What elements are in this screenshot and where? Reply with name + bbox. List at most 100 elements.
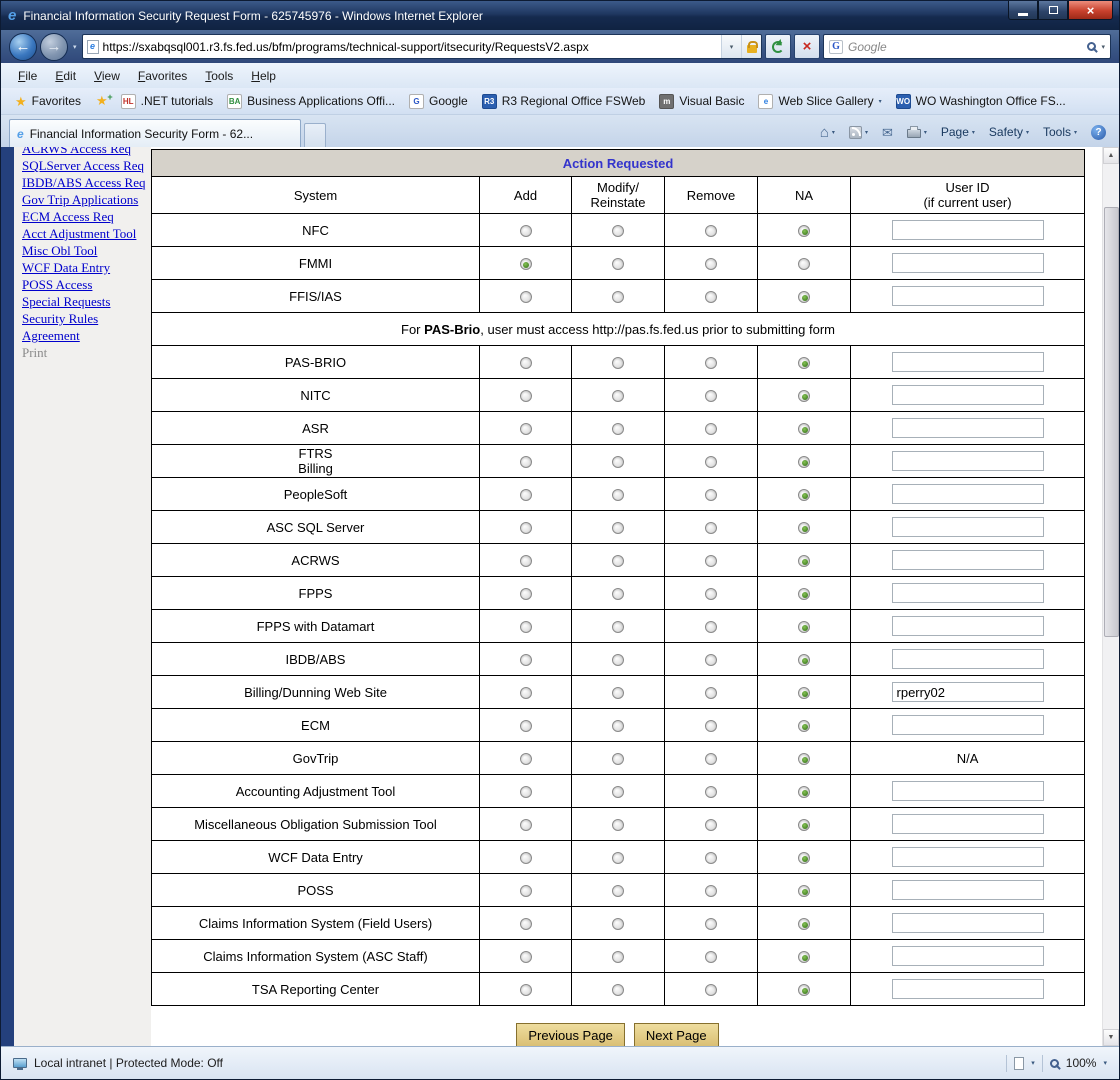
add-radio[interactable] — [520, 951, 532, 963]
na-radio[interactable] — [798, 522, 810, 534]
user-id-input[interactable] — [892, 682, 1044, 702]
remove-radio[interactable] — [705, 753, 717, 765]
remove-radio[interactable] — [705, 357, 717, 369]
add-radio[interactable] — [520, 621, 532, 633]
add-radio[interactable] — [520, 522, 532, 534]
menu-edit[interactable]: Edit — [46, 66, 85, 86]
modify-radio[interactable] — [612, 819, 624, 831]
modify-radio[interactable] — [612, 786, 624, 798]
na-radio[interactable] — [798, 291, 810, 303]
add-radio[interactable] — [520, 258, 532, 270]
add-radio[interactable] — [520, 456, 532, 468]
user-id-input[interactable] — [892, 517, 1044, 537]
user-id-input[interactable] — [892, 418, 1044, 438]
user-id-input[interactable] — [892, 286, 1044, 306]
user-id-input[interactable] — [892, 979, 1044, 999]
add-radio[interactable] — [520, 687, 532, 699]
add-radio[interactable] — [520, 654, 532, 666]
remove-radio[interactable] — [705, 984, 717, 996]
na-radio[interactable] — [798, 357, 810, 369]
add-radio[interactable] — [520, 357, 532, 369]
na-radio[interactable] — [798, 753, 810, 765]
help-button[interactable]: ? — [1086, 123, 1111, 142]
remove-radio[interactable] — [705, 522, 717, 534]
na-radio[interactable] — [798, 258, 810, 270]
add-radio[interactable] — [520, 786, 532, 798]
add-radio[interactable] — [520, 588, 532, 600]
add-radio[interactable] — [520, 423, 532, 435]
na-radio[interactable] — [798, 720, 810, 732]
add-radio[interactable] — [520, 390, 532, 402]
stop-button[interactable]: × — [794, 34, 820, 59]
add-radio[interactable] — [520, 225, 532, 237]
favorite-link[interactable]: BABusiness Applications Offi... — [220, 92, 402, 111]
tools-menu-button[interactable]: Tools▾ — [1038, 123, 1082, 141]
user-id-input[interactable] — [892, 484, 1044, 504]
user-id-input[interactable] — [892, 385, 1044, 405]
na-radio[interactable] — [798, 885, 810, 897]
na-radio[interactable] — [798, 456, 810, 468]
remove-radio[interactable] — [705, 423, 717, 435]
print-button[interactable]: ▾ — [902, 124, 932, 140]
modify-radio[interactable] — [612, 225, 624, 237]
favorite-link[interactable]: HL.NET tutorials — [114, 92, 220, 111]
sidebar-link[interactable]: Agreement — [22, 327, 151, 344]
menu-file[interactable]: File — [9, 66, 46, 86]
favorite-link[interactable]: WOWO Washington Office FS... — [889, 92, 1073, 111]
remove-radio[interactable] — [705, 621, 717, 633]
modify-radio[interactable] — [612, 753, 624, 765]
remove-radio[interactable] — [705, 687, 717, 699]
modify-radio[interactable] — [612, 423, 624, 435]
na-radio[interactable] — [798, 621, 810, 633]
na-radio[interactable] — [798, 489, 810, 501]
remove-radio[interactable] — [705, 225, 717, 237]
zoom-level[interactable]: 100% — [1066, 1056, 1097, 1070]
remove-radio[interactable] — [705, 918, 717, 930]
scrollbar-thumb[interactable] — [1104, 207, 1119, 637]
user-id-input[interactable] — [892, 352, 1044, 372]
user-id-input[interactable] — [892, 715, 1044, 735]
modify-radio[interactable] — [612, 687, 624, 699]
remove-radio[interactable] — [705, 885, 717, 897]
scroll-down-button[interactable]: ▼ — [1103, 1029, 1119, 1046]
add-radio[interactable] — [520, 819, 532, 831]
user-id-input[interactable] — [892, 583, 1044, 603]
user-id-input[interactable] — [892, 451, 1044, 471]
tab-active[interactable]: e Financial Information Security Form - … — [9, 119, 301, 147]
modify-radio[interactable] — [612, 258, 624, 270]
na-radio[interactable] — [798, 786, 810, 798]
add-radio[interactable] — [520, 291, 532, 303]
search-box[interactable]: G Google ▾ — [823, 34, 1111, 59]
add-radio[interactable] — [520, 918, 532, 930]
na-radio[interactable] — [798, 654, 810, 666]
address-bar[interactable]: e https://sxabqsql001.r3.fs.fed.us/bfm/p… — [82, 34, 762, 59]
na-radio[interactable] — [798, 819, 810, 831]
na-radio[interactable] — [798, 225, 810, 237]
add-radio[interactable] — [520, 984, 532, 996]
na-radio[interactable] — [798, 951, 810, 963]
sidebar-link[interactable]: Misc Obl Tool — [22, 242, 151, 259]
address-dropdown-button[interactable]: ▾ — [721, 35, 741, 58]
refresh-button[interactable] — [765, 34, 791, 59]
sidebar-link[interactable]: WCF Data Entry — [22, 259, 151, 276]
feeds-button[interactable]: ▾ — [844, 124, 873, 141]
minimize-button[interactable] — [1008, 1, 1038, 20]
modify-radio[interactable] — [612, 390, 624, 402]
remove-radio[interactable] — [705, 555, 717, 567]
modify-radio[interactable] — [612, 984, 624, 996]
na-radio[interactable] — [798, 423, 810, 435]
new-tab-button[interactable] — [304, 123, 326, 147]
safety-menu-button[interactable]: Safety▾ — [984, 123, 1034, 141]
modify-radio[interactable] — [612, 456, 624, 468]
sidebar-link[interactable]: SQLServer Access Req — [22, 157, 151, 174]
user-id-input[interactable] — [892, 781, 1044, 801]
modify-radio[interactable] — [612, 489, 624, 501]
back-button[interactable]: ← — [9, 33, 37, 61]
search-input[interactable]: Google — [848, 40, 1082, 54]
remove-radio[interactable] — [705, 258, 717, 270]
user-id-input[interactable] — [892, 616, 1044, 636]
security-lock-button[interactable] — [741, 35, 761, 58]
menu-view[interactable]: View — [85, 66, 129, 86]
na-radio[interactable] — [798, 687, 810, 699]
favorite-link[interactable]: GGoogle — [402, 92, 475, 111]
